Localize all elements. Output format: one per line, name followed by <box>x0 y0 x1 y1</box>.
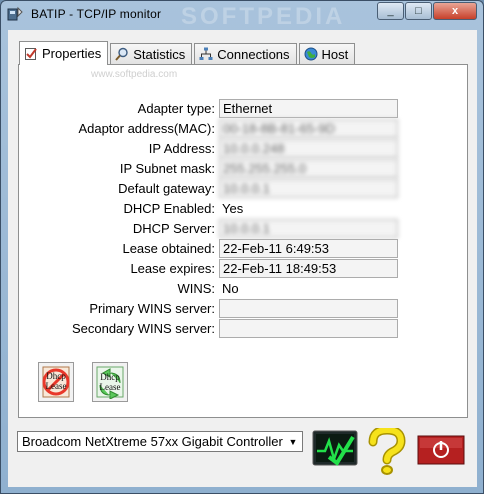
close-button[interactable]: x <box>433 2 477 20</box>
tab-label: Statistics <box>133 46 186 62</box>
property-row: Adaptor address(MAC): 00-18-8B-81-65-9D <box>19 119 459 139</box>
property-label: Lease expires: <box>130 261 215 276</box>
property-value: 10.0.0.1 <box>219 219 398 238</box>
property-value: Yes <box>222 201 244 216</box>
property-value: No <box>222 281 239 296</box>
softpedia-watermark: SOFTPEDIA <box>181 3 346 30</box>
property-label: WINS: <box>177 281 215 296</box>
tab-host[interactable]: Host <box>298 43 356 64</box>
monitor-button[interactable] <box>311 429 359 469</box>
close-icon: x <box>451 5 459 17</box>
property-value: Ethernet <box>219 99 398 118</box>
panel-watermark: www.softpedia.com <box>91 69 178 80</box>
property-value <box>219 299 398 318</box>
property-row: Secondary WINS server: <box>19 319 459 339</box>
property-value: 22-Feb-11 18:49:53 <box>219 259 398 278</box>
property-label: Primary WINS server: <box>89 301 215 316</box>
adapter-select-value: Broadcom NetXtreme 57xx Gigabit Controll… <box>22 434 283 449</box>
property-value: 22-Feb-11 6:49:53 <box>219 239 398 258</box>
property-label: Default gateway: <box>118 181 215 196</box>
client-area: Properties Statistics Connections Host w… <box>8 30 477 487</box>
property-value: 00-18-8B-81-65-9D <box>219 119 398 138</box>
app-window: BATIP - TCP/IP monitor SOFTPEDIA _ □ x P… <box>0 0 484 494</box>
properties-panel: www.softpedia.com Adapter type: Ethernet A… <box>18 64 468 418</box>
minimize-button[interactable]: _ <box>377 2 404 20</box>
property-value <box>219 319 398 338</box>
tab-properties[interactable]: Properties <box>19 41 109 65</box>
property-value: 10.0.0.1 <box>219 179 398 198</box>
property-value: 10.0.0.248 <box>219 139 398 158</box>
chevron-down-icon[interactable]: ▼ <box>285 433 301 450</box>
dhcp-release-text-2: Lease <box>46 381 67 391</box>
property-value: 255.255.255.0 <box>219 159 398 178</box>
tab-label: Properties <box>42 46 102 61</box>
property-row: IP Address: 10.0.0.248 <box>19 139 459 159</box>
property-row: Lease expires: 22-Feb-11 18:49:53 <box>19 259 459 279</box>
property-row: DHCP Server: 10.0.0.1 <box>19 219 459 239</box>
property-row: WINS: No <box>19 279 459 299</box>
dhcp-renew-icon: Dhcp Lease <box>96 366 124 399</box>
tab-connections[interactable]: Connections <box>194 43 297 64</box>
property-row: DHCP Enabled: Yes <box>19 199 459 219</box>
window-controls: _ □ x <box>376 2 477 20</box>
property-row: Lease obtained: 22-Feb-11 6:49:53 <box>19 239 459 259</box>
adapter-select[interactable]: Broadcom NetXtreme 57xx Gigabit Controll… <box>17 431 303 452</box>
property-label: DHCP Server: <box>132 221 215 236</box>
dhcp-renew-text-2: Lease <box>100 382 121 392</box>
dhcp-release-button[interactable]: Dhcp Lease <box>38 362 74 402</box>
property-label: IP Subnet mask: <box>119 161 215 176</box>
title-bar[interactable]: BATIP - TCP/IP monitor SOFTPEDIA _ □ x <box>1 1 483 30</box>
tab-label: Connections <box>217 46 290 62</box>
network-icon <box>199 47 213 60</box>
property-row: Default gateway: 10.0.0.1 <box>19 179 459 199</box>
tab-label: Host <box>321 46 349 62</box>
tab-statistics[interactable]: Statistics <box>110 43 193 64</box>
tab-strip: Properties Statistics Connections Host <box>19 40 357 65</box>
property-label: Lease obtained: <box>122 241 215 256</box>
property-label: DHCP Enabled: <box>123 201 215 216</box>
dhcp-renew-button[interactable]: Dhcp Lease <box>92 362 128 402</box>
property-row: Primary WINS server: <box>19 299 459 319</box>
dhcp-renew-text: Dhcp <box>100 372 120 382</box>
search-icon <box>115 47 128 61</box>
dhcp-release-text: Dhcp <box>46 371 66 381</box>
window-title: BATIP - TCP/IP monitor <box>31 7 162 21</box>
property-row: Adapter type: Ethernet <box>19 99 459 119</box>
property-label: Adaptor address(MAC): <box>78 121 215 136</box>
property-label: IP Address: <box>148 141 215 156</box>
power-button[interactable] <box>417 435 465 465</box>
properties-icon <box>25 47 37 60</box>
maximize-icon: □ <box>415 5 422 17</box>
help-icon[interactable] <box>363 428 409 476</box>
dhcp-release-icon: Dhcp Lease <box>42 366 70 398</box>
app-icon <box>7 6 23 21</box>
minimize-icon: _ <box>387 5 394 17</box>
maximize-button[interactable]: □ <box>405 2 432 20</box>
property-label: Secondary WINS server: <box>71 321 215 336</box>
property-label: Adapter type: <box>137 101 215 116</box>
property-row: IP Subnet mask: 255.255.255.0 <box>19 159 459 179</box>
globe-icon <box>304 47 318 61</box>
